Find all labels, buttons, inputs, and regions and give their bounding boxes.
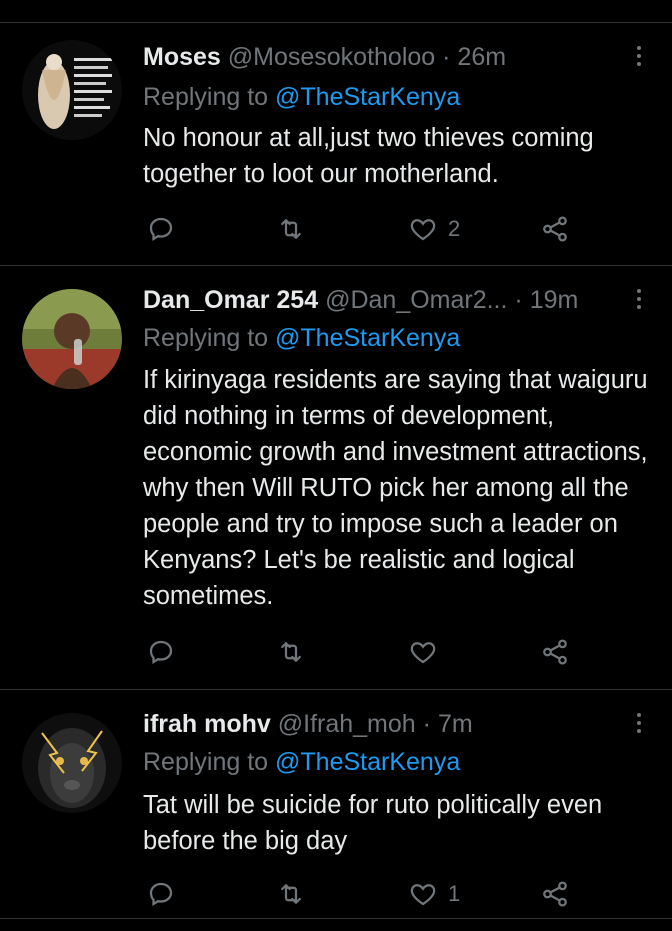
reply-context: Replying to @TheStarKenya — [143, 321, 460, 355]
separator-dot: · — [422, 710, 431, 738]
comment-icon — [149, 640, 173, 665]
reply-button[interactable] — [146, 874, 176, 914]
reply-context: Replying to @TheStarKenya — [143, 80, 460, 114]
retweet-icon — [281, 642, 301, 662]
timestamp[interactable]: 19m — [530, 286, 579, 314]
avatar[interactable] — [22, 40, 122, 140]
separator-dot: · — [442, 43, 451, 71]
child-photo-avatar-icon — [22, 289, 122, 389]
display-name[interactable]: Moses — [143, 43, 221, 71]
like-button[interactable]: 1 — [408, 874, 460, 914]
retweet-button[interactable] — [276, 209, 306, 249]
tweet-actions: 1 — [0, 874, 672, 914]
tweet-header: ifrah mohv @Ifrah_moh · 7m — [143, 707, 473, 741]
tweet[interactable]: ifrah mohv @Ifrah_moh · 7m Replying to @… — [0, 707, 672, 931]
like-count: 1 — [448, 881, 461, 906]
heart-icon — [410, 884, 436, 906]
tweet-actions: 2 — [0, 209, 672, 249]
religious-image-avatar-icon — [22, 40, 122, 140]
reply-mention-link[interactable]: @TheStarKenya — [275, 748, 460, 776]
timestamp[interactable]: 26m — [457, 43, 506, 71]
display-name[interactable]: ifrah mohv — [143, 710, 271, 738]
tweet[interactable]: Dan_Omar 254 @Dan_Omar2... · 19m Replyin… — [0, 283, 672, 688]
tweet-header: Dan_Omar 254 @Dan_Omar2... · 19m — [143, 283, 578, 317]
username[interactable]: @Ifrah_moh — [278, 710, 416, 738]
reply-button[interactable] — [146, 209, 176, 249]
reply-prefix: Replying to — [143, 324, 269, 352]
tweet-text: No honour at all,just two thieves coming… — [143, 124, 594, 188]
avatar[interactable] — [22, 713, 122, 813]
more-options-icon[interactable] — [634, 46, 644, 70]
reply-prefix: Replying to — [143, 748, 269, 776]
comment-icon — [149, 882, 173, 907]
like-button[interactable] — [408, 632, 448, 672]
reply-button[interactable] — [146, 632, 176, 672]
comment-icon — [149, 217, 173, 242]
more-options-icon[interactable] — [634, 713, 644, 737]
share-icon — [543, 216, 567, 242]
retweet-icon — [281, 884, 301, 904]
more-options-icon[interactable] — [634, 289, 644, 313]
avatar[interactable] — [22, 289, 122, 389]
tweet[interactable]: Moses @Mosesokotholoo · 26m Replying to … — [0, 40, 672, 265]
tweet-text: Tat will be suicide for ruto politically… — [143, 791, 603, 855]
separator-dot: · — [514, 286, 523, 314]
reply-prefix: Replying to — [143, 83, 269, 111]
divider-bottom — [0, 918, 672, 919]
display-name[interactable]: Dan_Omar 254 — [143, 286, 318, 314]
tweet-text: If kirinyaga residents are saying that w… — [143, 366, 648, 610]
retweet-button[interactable] — [276, 632, 306, 672]
divider — [0, 689, 672, 690]
tweet-actions — [0, 632, 672, 672]
username[interactable]: @Mosesokotholoo — [228, 43, 435, 71]
share-button[interactable] — [540, 632, 570, 672]
heart-icon — [410, 642, 436, 664]
like-button[interactable]: 2 — [408, 209, 460, 249]
retweet-button[interactable] — [276, 874, 306, 914]
heart-icon — [410, 219, 436, 241]
reply-mention-link[interactable]: @TheStarKenya — [275, 83, 460, 111]
share-button[interactable] — [540, 874, 570, 914]
reply-mention-link[interactable]: @TheStarKenya — [275, 324, 460, 352]
retweet-icon — [281, 219, 301, 239]
like-count: 2 — [448, 216, 461, 241]
share-button[interactable] — [540, 209, 570, 249]
share-icon — [543, 639, 567, 665]
divider-top — [0, 22, 672, 23]
share-icon — [543, 881, 567, 907]
timestamp[interactable]: 7m — [438, 710, 473, 738]
reply-context: Replying to @TheStarKenya — [143, 745, 460, 779]
tweet-header: Moses @Mosesokotholoo · 26m — [143, 40, 506, 74]
divider — [0, 265, 672, 266]
lion-avatar-icon — [22, 713, 122, 813]
username[interactable]: @Dan_Omar2... — [325, 286, 507, 314]
